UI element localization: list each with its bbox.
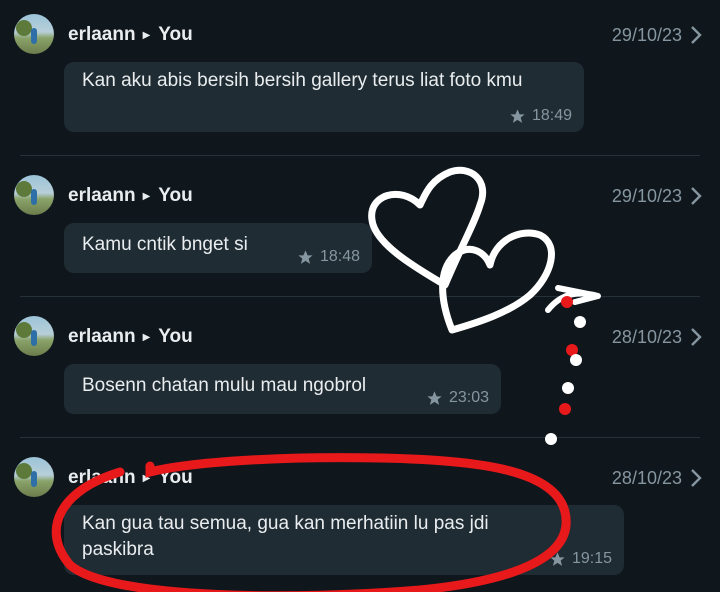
message-date: 28/10/23: [611, 326, 682, 347]
chevron-right-icon[interactable]: [686, 325, 706, 349]
divider: [20, 296, 700, 297]
divider: [20, 155, 700, 156]
recipient-name: You: [158, 24, 193, 45]
message-time: 23:03: [448, 389, 489, 406]
message-text: Kan gua tau semua, gua kan merhatiin lu …: [82, 513, 489, 560]
divider: [20, 437, 700, 438]
message-date: 29/10/23: [611, 185, 682, 206]
star-icon: [427, 390, 442, 405]
arrow-right-icon: ▶: [142, 190, 151, 202]
avatar[interactable]: [14, 457, 54, 497]
message-text: Bosenn chatan mulu mau ngobrol: [82, 375, 367, 396]
starred-messages-list: erlaann ▶ You 29/10/23 Kan aku abis bers…: [0, 0, 720, 592]
sender-name: erlaann: [68, 326, 136, 347]
star-icon: [550, 551, 565, 566]
message-time: 19:15: [571, 550, 612, 567]
star-icon: [298, 249, 313, 264]
arrow-right-icon: ▶: [142, 472, 151, 484]
message-date: 29/10/23: [611, 24, 682, 45]
recipient-name: You: [158, 326, 193, 347]
message-bubble[interactable]: Kan aku abis bersih bersih gallery terus…: [64, 62, 584, 132]
message-time: 18:48: [319, 248, 360, 265]
chevron-right-icon[interactable]: [686, 184, 706, 208]
avatar[interactable]: [14, 14, 54, 54]
avatar[interactable]: [14, 316, 54, 356]
avatar[interactable]: [14, 175, 54, 215]
message-bubble[interactable]: Bosenn chatan mulu mau ngobrol 23:03: [64, 364, 501, 414]
message-time: 18:49: [531, 107, 572, 124]
chevron-right-icon[interactable]: [686, 23, 706, 47]
arrow-right-icon: ▶: [142, 29, 151, 41]
message-text: Kamu cntik bnget si: [82, 234, 248, 255]
recipient-name: You: [158, 185, 193, 206]
chevron-right-icon[interactable]: [686, 466, 706, 490]
sender-name: erlaann: [68, 185, 136, 206]
message-bubble[interactable]: Kamu cntik bnget si 18:48: [64, 223, 372, 273]
recipient-name: You: [158, 467, 193, 488]
message-text: Kan aku abis bersih bersih gallery terus…: [82, 70, 523, 91]
sender-name: erlaann: [68, 24, 136, 45]
message-bubble[interactable]: Kan gua tau semua, gua kan merhatiin lu …: [64, 505, 624, 575]
sender-name: erlaann: [68, 467, 136, 488]
message-date: 28/10/23: [611, 467, 682, 488]
star-icon: [510, 108, 525, 123]
arrow-right-icon: ▶: [142, 331, 151, 343]
